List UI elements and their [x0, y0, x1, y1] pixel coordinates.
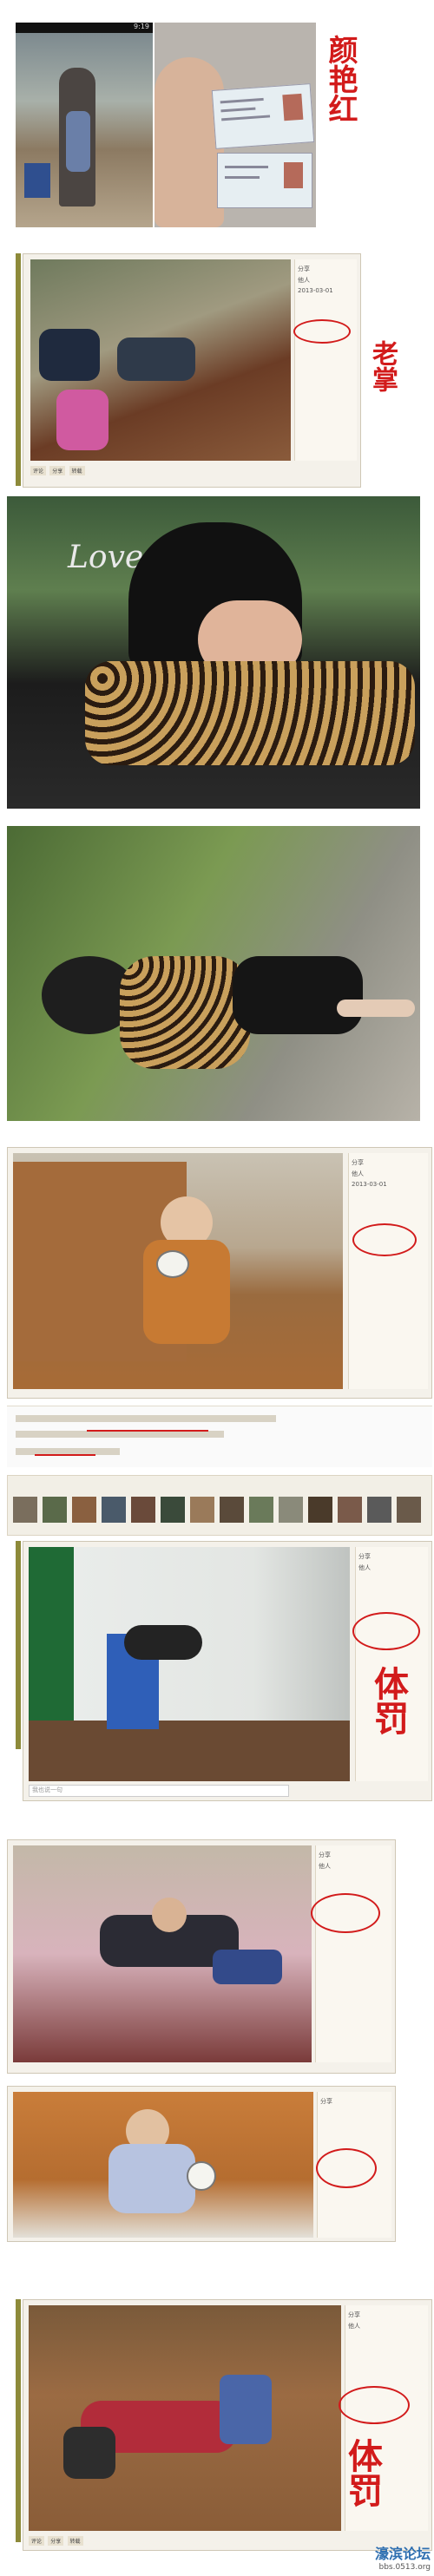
annotation-underline-1: [87, 1430, 208, 1432]
child-corner-photo: [29, 1547, 350, 1781]
punishment-annotation-1: 体罚: [368, 1666, 409, 1735]
thumb[interactable]: [43, 1497, 67, 1523]
watermark-url: bbs.0513.org: [378, 2563, 431, 2572]
annotation-circle-1: [293, 319, 351, 344]
accent-bar-2: [16, 1541, 21, 1749]
thumb[interactable]: [249, 1497, 273, 1523]
repost-action[interactable]: 转载: [69, 466, 85, 475]
status-bar: 9:19: [16, 23, 153, 33]
child-bowl-photo: [13, 1153, 343, 1389]
watermark-title: 濠滨论坛: [374, 2546, 431, 2562]
date-label: 2013-03-01: [298, 287, 333, 294]
thumb[interactable]: [338, 1497, 362, 1523]
share-label-5: 分享: [320, 2098, 332, 2105]
teacher-annotation: 老掌: [367, 340, 398, 392]
post-sidebar-2: 分享 他人 2013-03-01: [348, 1153, 428, 1389]
annotation-underline-2: [35, 1454, 95, 1456]
others-label-3: 他人: [358, 1564, 371, 1571]
id-card-photo: [155, 23, 316, 227]
post-sidebar-3: 分享 他人: [355, 1547, 428, 1781]
thumb[interactable]: [308, 1497, 332, 1523]
share-action[interactable]: 分享: [49, 466, 66, 475]
annotation-circle-2: [352, 1223, 417, 1256]
couple-photo: Love: [7, 496, 420, 809]
thumb[interactable]: [131, 1497, 155, 1523]
love-watermark: Love: [68, 540, 144, 575]
thumb[interactable]: [367, 1497, 391, 1523]
child-floor-photo: [29, 2305, 341, 2531]
annotation-circle-4: [311, 1893, 380, 1933]
thumb[interactable]: [102, 1497, 126, 1523]
thumb[interactable]: [279, 1497, 303, 1523]
comment-input[interactable]: 我也说一句: [29, 1785, 289, 1797]
classroom-photo: [16, 33, 153, 227]
comment-action-2[interactable]: 评论: [29, 2536, 45, 2546]
others-label-2: 他人: [352, 1170, 364, 1177]
woman-photo: [7, 826, 420, 1121]
share-label-2: 分享: [352, 1159, 364, 1166]
others-label-4: 他人: [319, 1863, 331, 1870]
post-panel-1: 分享 他人 2013-03-01 评论 分享 转载: [23, 253, 361, 488]
comment-action[interactable]: 评论: [30, 466, 47, 475]
repost-action-2[interactable]: 转载: [67, 2536, 83, 2546]
id-card-2: [217, 153, 312, 208]
id-card-annotation: 颜艳红: [323, 35, 358, 123]
share-label-3: 分享: [358, 1553, 371, 1560]
site-watermark: 濠滨论坛 bbs.0513.org: [330, 2542, 431, 2573]
accent-bar: [16, 253, 21, 486]
annotation-circle-3: [352, 1612, 420, 1650]
annotation-circle-5: [316, 2148, 377, 2188]
thumb[interactable]: [161, 1497, 185, 1523]
post-panel-6: 分享 他人 评论 分享 转载: [23, 2299, 432, 2551]
accent-bar-3: [16, 2299, 21, 2542]
comment-strip: [7, 1406, 432, 1467]
thumb[interactable]: [397, 1497, 421, 1523]
post-panel-4: 分享 他人: [7, 1839, 396, 2074]
id-card-1: [211, 83, 315, 149]
thumb[interactable]: [72, 1497, 96, 1523]
child-wooden-table-photo: [13, 2092, 313, 2238]
post-sidebar-4: 分享 他人: [315, 1845, 391, 2062]
post-panel-2: 分享 他人 2013-03-01: [7, 1147, 432, 1399]
share-label: 分享: [298, 265, 310, 272]
share-label-6: 分享: [348, 2311, 360, 2318]
annotation-circle-6: [339, 2386, 410, 2424]
share-label-4: 分享: [319, 1852, 331, 1858]
comment-actions[interactable]: 评论 分享 转载: [30, 466, 87, 475]
child-table-photo: [13, 1845, 312, 2062]
others-label: 他人: [298, 277, 310, 284]
date-label-2: 2013-03-01: [352, 1181, 387, 1188]
sleeping-children-photo: [30, 259, 291, 461]
thumb[interactable]: [190, 1497, 214, 1523]
comment-actions-2[interactable]: 评论 分享 转载: [29, 2536, 85, 2546]
thumb[interactable]: [220, 1497, 244, 1523]
post-sidebar: 分享 他人 2013-03-01: [294, 259, 357, 461]
thumbnail-strip: [7, 1475, 432, 1536]
punishment-annotation-3: 体罚: [342, 2438, 383, 2507]
thumb[interactable]: [13, 1497, 37, 1523]
others-label-6: 他人: [348, 2323, 360, 2330]
phone-screenshot: 9:19: [16, 23, 153, 227]
share-action-2[interactable]: 分享: [48, 2536, 64, 2546]
hand-shape: [155, 57, 224, 227]
